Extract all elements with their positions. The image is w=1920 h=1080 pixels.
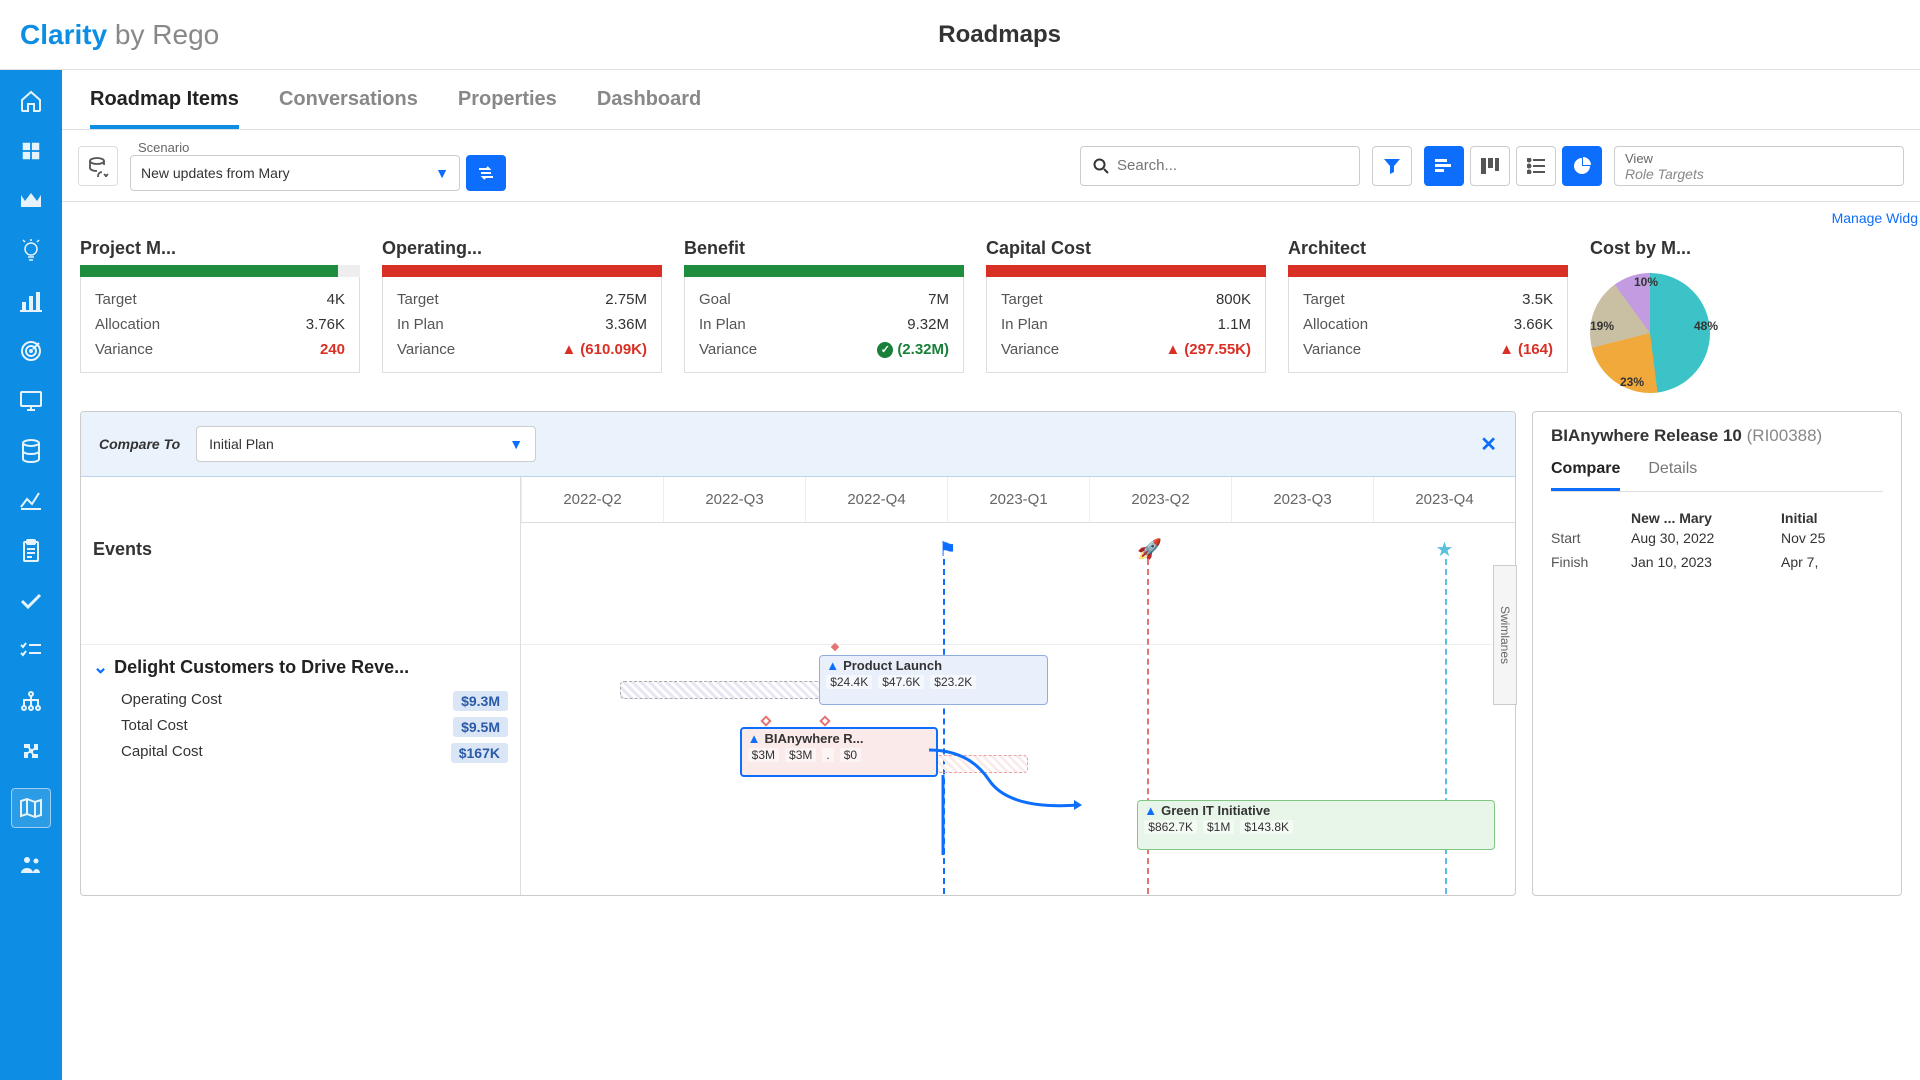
diamond-icon (760, 715, 772, 727)
puzzle-icon[interactable] (18, 738, 44, 764)
linechart-icon[interactable] (18, 488, 44, 514)
events-lane: ⚑ 🚀 ★ Swimlanes (521, 525, 1515, 645)
search-icon (1093, 158, 1109, 174)
chevron-down-icon: ⌄ (93, 657, 108, 678)
left-nav (0, 70, 62, 1080)
kpi-row: Project M... Target4K Allocation3.76K Va… (62, 230, 1920, 411)
kpi-card[interactable]: Capital Cost Target800K In Plan1.1M Vari… (986, 238, 1266, 393)
timeline-panel: Compare To Initial Plan ▼ ✕ (80, 411, 1516, 896)
main-tabs: Roadmap Items Conversations Properties D… (62, 70, 1920, 130)
checklist-icon[interactable] (18, 638, 44, 664)
detail-col-a: New ... Mary (1631, 510, 1781, 526)
search-input[interactable] (1117, 157, 1347, 174)
quarter-col: 2023-Q2 (1089, 477, 1231, 522)
refresh-button[interactable] (78, 146, 118, 186)
compare-dropdown[interactable]: Initial Plan ▼ (196, 426, 536, 462)
compare-close-button[interactable]: ✕ (1480, 432, 1497, 457)
database-icon[interactable] (18, 438, 44, 464)
monitor-icon[interactable] (18, 388, 44, 414)
quarter-col: 2022-Q2 (521, 477, 663, 522)
kpi-title: Benefit (684, 238, 964, 259)
events-label: Events (81, 525, 521, 645)
view-chart-button[interactable] (1562, 146, 1602, 186)
view-board-button[interactable] (1470, 146, 1510, 186)
timeline-header: 2022-Q22022-Q32022-Q42023-Q12023-Q22023-… (521, 477, 1515, 523)
check-icon[interactable] (18, 588, 44, 614)
quarter-col: 2022-Q3 (663, 477, 805, 522)
kpi-card[interactable]: Architect Target3.5K Allocation3.66K Var… (1288, 238, 1568, 393)
kpi-card[interactable]: Operating... Target2.75M In Plan3.36M Va… (382, 238, 662, 393)
quarter-col: 2022-Q4 (805, 477, 947, 522)
bar-green-it[interactable]: ▲Green IT Initiative $862.7K$1M$143.8K (1137, 800, 1495, 850)
rocket-icon[interactable]: 🚀 (1137, 537, 1162, 562)
dependency-arrow (938, 775, 968, 865)
kpi-title: Project M... (80, 238, 360, 259)
tab-properties[interactable]: Properties (458, 88, 557, 129)
chevron-down-icon: ▼ (509, 436, 523, 452)
view-list-button[interactable] (1516, 146, 1556, 186)
filter-button[interactable] (1372, 146, 1412, 186)
detail-code: (RI00388) (1747, 426, 1823, 445)
flag-icon[interactable]: ⚑ (938, 537, 956, 562)
kpi-title: Capital Cost (986, 238, 1266, 259)
quarter-col: 2023-Q4 (1373, 477, 1515, 522)
chevron-down-icon: ▼ (435, 165, 449, 181)
bar-product-launch[interactable]: ▲Product Launch $24.4K$47.6K$23.2K (819, 655, 1048, 705)
compare-label: Compare To (99, 436, 180, 452)
detail-tab-details[interactable]: Details (1648, 460, 1697, 491)
tab-dashboard[interactable]: Dashboard (597, 88, 701, 129)
crown-icon[interactable] (18, 188, 44, 214)
quarter-col: 2023-Q1 (947, 477, 1089, 522)
page-title: Roadmaps (99, 21, 1900, 49)
view-selector[interactable]: View Role Targets (1614, 146, 1904, 186)
map-icon[interactable] (11, 788, 51, 828)
target-icon[interactable] (18, 338, 44, 364)
kpi-card[interactable]: Benefit Goal7M In Plan9.32M Variance✓ (2… (684, 238, 964, 393)
people-icon[interactable] (18, 852, 44, 878)
barchart-icon[interactable] (18, 288, 44, 314)
tab-roadmap-items[interactable]: Roadmap Items (90, 88, 239, 129)
diamond-icon (819, 715, 831, 727)
search-box[interactable] (1080, 146, 1360, 186)
app-header: Clarity by Rego Roadmaps (0, 0, 1920, 70)
toolbar: Scenario New updates from Mary ▼ (62, 130, 1920, 202)
scenario-label: Scenario (138, 140, 506, 155)
bar-bianywhere[interactable]: ▲BIAnywhere R... $3M$3M.$0 (740, 727, 939, 777)
kpi-title: Operating... (382, 238, 662, 259)
detail-col-b: Initial (1781, 510, 1818, 526)
tab-conversations[interactable]: Conversations (279, 88, 418, 129)
group-metrics: Operating Cost$9.3MTotal Cost$9.5MCapita… (121, 688, 508, 766)
scenario-action-button[interactable] (466, 155, 506, 191)
clipboard-icon[interactable] (18, 538, 44, 564)
diamond-icon (829, 641, 841, 653)
group-toggle[interactable]: ⌄ Delight Customers to Drive Reve... (93, 657, 508, 678)
manage-widgets-link[interactable]: Manage Widg (62, 202, 1920, 230)
view-timeline-button[interactable] (1424, 146, 1464, 186)
detail-name: BIAnywhere Release 10 (1551, 426, 1742, 445)
grid-icon[interactable] (18, 138, 44, 164)
home-icon[interactable] (18, 88, 44, 114)
gantt-area: ▲Product Launch $24.4K$47.6K$23.2K ▲BIAn… (521, 645, 1515, 895)
detail-tab-compare[interactable]: Compare (1551, 460, 1620, 491)
detail-panel: BIAnywhere Release 10 (RI00388) Compare … (1532, 411, 1902, 896)
quarter-col: 2023-Q3 (1231, 477, 1373, 522)
hierarchy-icon[interactable] (18, 688, 44, 714)
kpi-card[interactable]: Project M... Target4K Allocation3.76K Va… (80, 238, 360, 393)
lightbulb-icon[interactable] (18, 238, 44, 264)
kpi-title: Architect (1288, 238, 1568, 259)
pie-widget[interactable]: Cost by M... 48% 23% 19% 10% (1590, 238, 1740, 393)
scenario-value: New updates from Mary (141, 165, 290, 181)
scenario-dropdown[interactable]: New updates from Mary ▼ (130, 155, 460, 191)
